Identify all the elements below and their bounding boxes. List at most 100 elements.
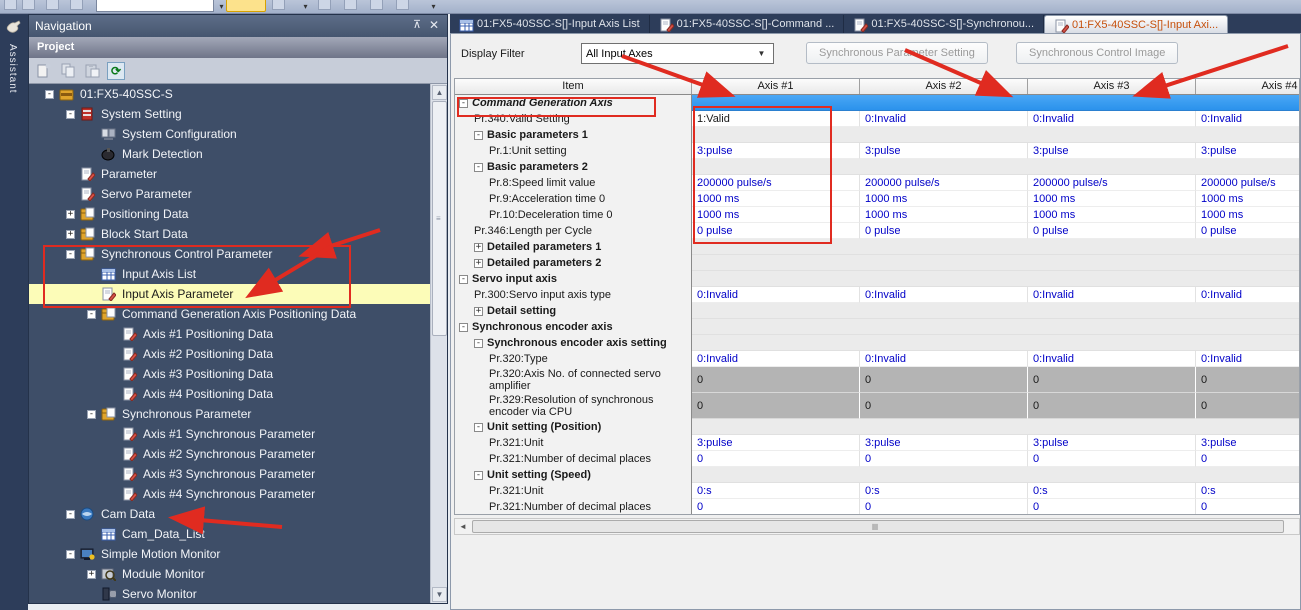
- expand-icon[interactable]: +: [87, 570, 96, 579]
- item-cell[interactable]: Pr.320:Type: [455, 351, 692, 367]
- tree-item-module-monitor[interactable]: +Module Monitor: [29, 564, 431, 584]
- value-cell-axis-4[interactable]: 200000 pulse/s: [1196, 175, 1300, 191]
- value-cell-axis-2[interactable]: 0:Invalid: [860, 111, 1028, 127]
- value-cell-axis-2[interactable]: 200000 pulse/s: [860, 175, 1028, 191]
- table-row[interactable]: Pr.321:Number of decimal places0000: [455, 451, 1299, 467]
- value-cell-axis-2[interactable]: 0:Invalid: [860, 287, 1028, 303]
- value-cell-axis-1[interactable]: 200000 pulse/s: [692, 175, 860, 191]
- document-tab-2[interactable]: 01:FX5-40SSC-S[]-Command ...: [650, 15, 845, 33]
- item-cell[interactable]: +Detailed parameters 2: [455, 255, 692, 271]
- item-cell[interactable]: Pr.321:Number of decimal places: [455, 499, 692, 515]
- value-cell-axis-3[interactable]: 0 pulse: [1028, 223, 1196, 239]
- value-cell-axis-4[interactable]: 0: [1196, 499, 1300, 515]
- synchronous-parameter-setting-button[interactable]: Synchronous Parameter Setting: [806, 42, 988, 64]
- value-cell-axis-1[interactable]: 1000 ms: [692, 207, 860, 223]
- tree-item-servo-monitor[interactable]: Servo Monitor: [29, 584, 431, 603]
- item-cell[interactable]: Pr.10:Deceleration time 0: [455, 207, 692, 223]
- item-cell[interactable]: Pr.300:Servo input axis type: [455, 287, 692, 303]
- value-cell-axis-1[interactable]: 0: [692, 367, 860, 393]
- table-row[interactable]: Pr.9:Acceleration time 01000 ms1000 ms10…: [455, 191, 1299, 207]
- toolbar-icon[interactable]: [22, 0, 35, 10]
- value-cell-axis-4[interactable]: 3:pulse: [1196, 435, 1300, 451]
- value-cell-axis-2[interactable]: 1000 ms: [860, 207, 1028, 223]
- value-cell-axis-3[interactable]: 200000 pulse/s: [1028, 175, 1196, 191]
- column-header-axis-4[interactable]: Axis #4: [1196, 79, 1300, 94]
- item-cell[interactable]: Pr.321:Unit: [455, 483, 692, 499]
- collapse-icon[interactable]: -: [66, 510, 75, 519]
- table-row[interactable]: Pr.329:Resolution of synchronous encoder…: [455, 393, 1299, 419]
- value-cell-axis-4[interactable]: 0:Invalid: [1196, 351, 1300, 367]
- tree-item-synchronous-parameter[interactable]: -Synchronous Parameter: [29, 404, 431, 424]
- value-cell-axis-4[interactable]: 0:Invalid: [1196, 287, 1300, 303]
- value-cell-axis-2[interactable]: 0: [860, 451, 1028, 467]
- tree-item-input-axis-parameter[interactable]: Input Axis Parameter: [29, 284, 431, 304]
- item-cell[interactable]: -Basic parameters 2: [455, 159, 692, 175]
- tree-item-synchronous-control-parameter[interactable]: -Synchronous Control Parameter: [29, 244, 431, 264]
- value-cell-axis-3[interactable]: 1000 ms: [1028, 207, 1196, 223]
- table-row[interactable]: -Synchronous encoder axis: [455, 319, 1299, 335]
- value-cell-axis-4[interactable]: 0: [1196, 393, 1300, 419]
- expand-icon[interactable]: +: [474, 259, 483, 268]
- item-cell[interactable]: Pr.321:Number of decimal places: [455, 451, 692, 467]
- expand-icon[interactable]: +: [66, 210, 75, 219]
- item-cell[interactable]: Pr.9:Acceleration time 0: [455, 191, 692, 207]
- item-cell[interactable]: Pr.1:Unit setting: [455, 143, 692, 159]
- table-row[interactable]: Pr.321:Unit0:s0:s0:s0:s: [455, 483, 1299, 499]
- tree-item-axis-1-positioning-data[interactable]: Axis #1 Positioning Data: [29, 324, 431, 344]
- table-row[interactable]: -Synchronous encoder axis setting: [455, 335, 1299, 351]
- table-horizontal-scrollbar[interactable]: ◄ ⦀⦀: [454, 518, 1300, 535]
- tree-item-cam-data-list[interactable]: Cam_Data_List: [29, 524, 431, 544]
- column-header-item[interactable]: Item: [455, 79, 692, 94]
- pin-icon[interactable]: ⊼: [413, 18, 421, 31]
- expand-icon[interactable]: +: [474, 243, 483, 252]
- value-cell-axis-2[interactable]: 3:pulse: [860, 143, 1028, 159]
- table-row[interactable]: Pr.300:Servo input axis type0:Invalid0:I…: [455, 287, 1299, 303]
- value-cell-axis-1[interactable]: 0: [692, 451, 860, 467]
- item-cell[interactable]: -Synchronous encoder axis setting: [455, 335, 692, 351]
- table-row[interactable]: Pr.346:Length per Cycle0 pulse0 pulse0 p…: [455, 223, 1299, 239]
- new-item-icon[interactable]: [35, 62, 53, 80]
- toolbar-overflow-icon[interactable]: ▾: [428, 2, 439, 12]
- value-cell-axis-4[interactable]: 0:s: [1196, 483, 1300, 499]
- table-row[interactable]: -Basic parameters 2: [455, 159, 1299, 175]
- tree-item-cam-data[interactable]: -Cam Data: [29, 504, 431, 524]
- table-row[interactable]: Pr.340:Valid Setting1:Valid0:Invalid0:In…: [455, 111, 1299, 127]
- value-cell-axis-1[interactable]: 0:Invalid: [692, 287, 860, 303]
- item-cell[interactable]: +Detail setting: [455, 303, 692, 319]
- collapse-icon[interactable]: -: [474, 163, 483, 172]
- toolbar-icon[interactable]: [318, 0, 331, 10]
- table-row[interactable]: Pr.320:Type0:Invalid0:Invalid0:Invalid0:…: [455, 351, 1299, 367]
- value-cell-axis-4[interactable]: 0: [1196, 367, 1300, 393]
- value-cell-axis-2[interactable]: 0 pulse: [860, 223, 1028, 239]
- expand-icon[interactable]: +: [474, 307, 483, 316]
- collapse-icon[interactable]: -: [459, 99, 468, 108]
- item-cell[interactable]: -Basic parameters 1: [455, 127, 692, 143]
- table-row[interactable]: +Detailed parameters 2: [455, 255, 1299, 271]
- collapse-icon[interactable]: -: [459, 323, 468, 332]
- value-cell-axis-1[interactable]: 1:Valid: [692, 111, 860, 127]
- value-cell-axis-2[interactable]: 3:pulse: [860, 435, 1028, 451]
- table-row[interactable]: -Basic parameters 1: [455, 127, 1299, 143]
- navigation-scrollbar[interactable]: ▲ ≡ ▼: [430, 84, 447, 603]
- collapse-icon[interactable]: -: [66, 550, 75, 559]
- tree-item-axis-3-positioning-data[interactable]: Axis #3 Positioning Data: [29, 364, 431, 384]
- value-cell-axis-2[interactable]: 0: [860, 367, 1028, 393]
- copy-icon[interactable]: [59, 62, 77, 80]
- column-header-axis-3[interactable]: Axis #3: [1028, 79, 1196, 94]
- value-cell-axis-3[interactable]: 0:Invalid: [1028, 287, 1196, 303]
- item-cell[interactable]: -Unit setting (Position): [455, 419, 692, 435]
- table-row[interactable]: Pr.320:Axis No. of connected servo ampli…: [455, 367, 1299, 393]
- close-icon[interactable]: ✕: [429, 18, 439, 32]
- tree-item-axis-2-synchronous-parameter[interactable]: Axis #2 Synchronous Parameter: [29, 444, 431, 464]
- value-cell-axis-4[interactable]: 0:Invalid: [1196, 111, 1300, 127]
- tree-item-axis-2-positioning-data[interactable]: Axis #2 Positioning Data: [29, 344, 431, 364]
- table-row[interactable]: Pr.10:Deceleration time 01000 ms1000 ms1…: [455, 207, 1299, 223]
- value-cell-axis-3[interactable]: 0: [1028, 367, 1196, 393]
- document-tab-4[interactable]: 01:FX5-40SSC-S[]-Input Axi...: [1044, 15, 1228, 33]
- value-cell-axis-1[interactable]: 0: [692, 499, 860, 515]
- document-tab-3[interactable]: 01:FX5-40SSC-S[]-Synchronou...: [844, 15, 1044, 33]
- tree-item-command-generation-axis-positioning-data[interactable]: -Command Generation Axis Positioning Dat…: [29, 304, 431, 324]
- item-cell[interactable]: -Synchronous encoder axis: [455, 319, 692, 335]
- value-cell-axis-4[interactable]: 3:pulse: [1196, 143, 1300, 159]
- table-row[interactable]: Pr.321:Number of decimal places0000: [455, 499, 1299, 515]
